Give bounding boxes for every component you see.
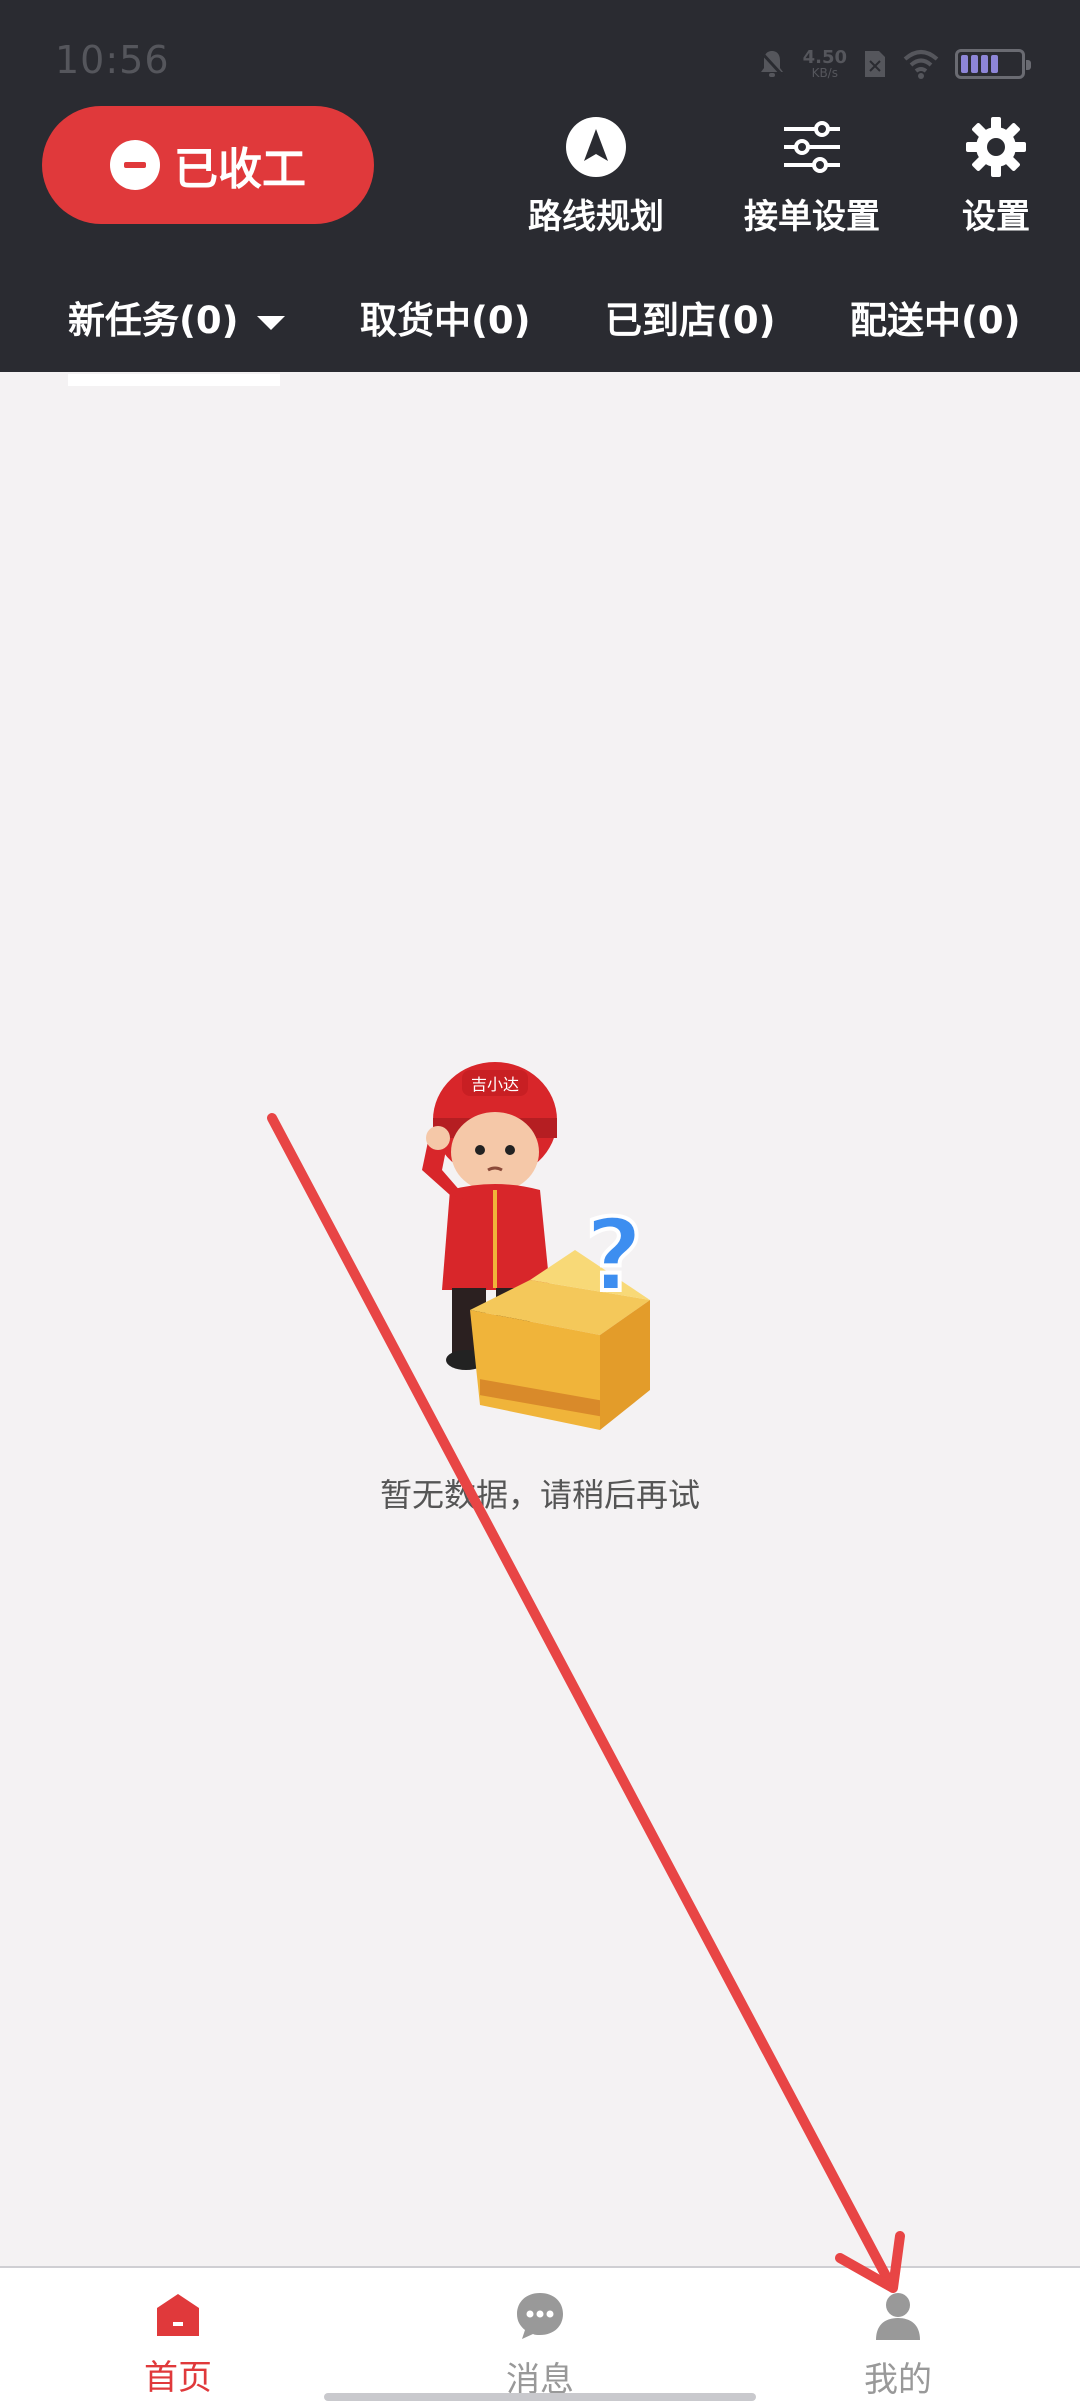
empty-state: 吉小达 ? 暂无数据，请稍后再试 — [0, 1060, 1080, 1516]
tab-arrived-store[interactable]: 已到店(0) — [605, 290, 776, 344]
mute-bell-icon — [759, 50, 784, 78]
tab-arrived-store-label: 已到店(0) — [605, 299, 776, 342]
bottom-nav: 首页 消息 我的 — [0, 2266, 1080, 2408]
tab-delivering[interactable]: 配送中(0) — [850, 290, 1021, 344]
tab-new-tasks[interactable]: 新任务(0) — [68, 290, 285, 386]
minus-circle-icon — [110, 140, 160, 190]
network-speed-value: 4.50 — [802, 47, 847, 68]
nav-profile[interactable]: 我的 — [808, 2290, 988, 2401]
battery-icon — [955, 49, 1031, 79]
user-icon — [876, 2293, 920, 2340]
task-tabs: 新任务(0) 取货中(0) 已到店(0) 配送中(0) — [0, 290, 1080, 386]
tab-picking-up-label: 取货中(0) — [360, 299, 531, 342]
nav-home[interactable]: 首页 — [88, 2290, 268, 2399]
nav-messages[interactable]: 消息 — [450, 2290, 630, 2401]
top-header: 10:56 4.50 KB/s 已收工 路线规划 接单设置 设置 新任务(0) … — [0, 0, 1080, 386]
nav-profile-label: 我的 — [864, 2360, 932, 2400]
order-settings-button[interactable]: 接单设置 — [744, 115, 880, 238]
tab-new-tasks-label: 新任务(0) — [68, 299, 239, 342]
delivery-mascot-illustration: 吉小达 ? — [422, 1062, 650, 1430]
mascot-helmet-text: 吉小达 — [471, 1075, 519, 1094]
tab-delivering-label: 配送中(0) — [850, 299, 1021, 342]
app-root: 10:56 4.50 KB/s 已收工 路线规划 接单设置 设置 新任务(0) … — [0, 0, 1080, 2408]
caret-down-icon — [256, 315, 285, 330]
message-icon — [517, 2293, 563, 2339]
gear-icon — [966, 117, 1026, 177]
home-icon — [157, 2294, 199, 2336]
network-speed-unit: KB/s — [811, 66, 838, 80]
order-settings-label: 接单设置 — [744, 197, 880, 237]
home-indicator-bar — [324, 2393, 756, 2401]
stop-work-button[interactable]: 已收工 — [42, 106, 374, 224]
settings-label: 设置 — [962, 197, 1030, 237]
settings-button[interactable]: 设置 — [962, 115, 1030, 238]
status-time: 10:56 — [55, 38, 170, 82]
sim-icon — [865, 51, 885, 77]
route-planning-button[interactable]: 路线规划 — [528, 115, 664, 238]
tab-picking-up[interactable]: 取货中(0) — [360, 290, 531, 344]
network-speed: 4.50 KB/s — [802, 47, 847, 80]
navigation-icon — [566, 117, 626, 177]
wifi-icon — [903, 50, 939, 79]
empty-message: 暂无数据，请稍后再试 — [379, 1476, 700, 1514]
stop-work-label: 已收工 — [174, 144, 306, 195]
svg-text:?: ? — [585, 1197, 643, 1314]
status-icons: 4.50 KB/s — [757, 42, 1031, 86]
nav-home-label: 首页 — [144, 2358, 212, 2398]
route-planning-label: 路线规划 — [528, 197, 664, 237]
sliders-icon — [784, 121, 840, 173]
